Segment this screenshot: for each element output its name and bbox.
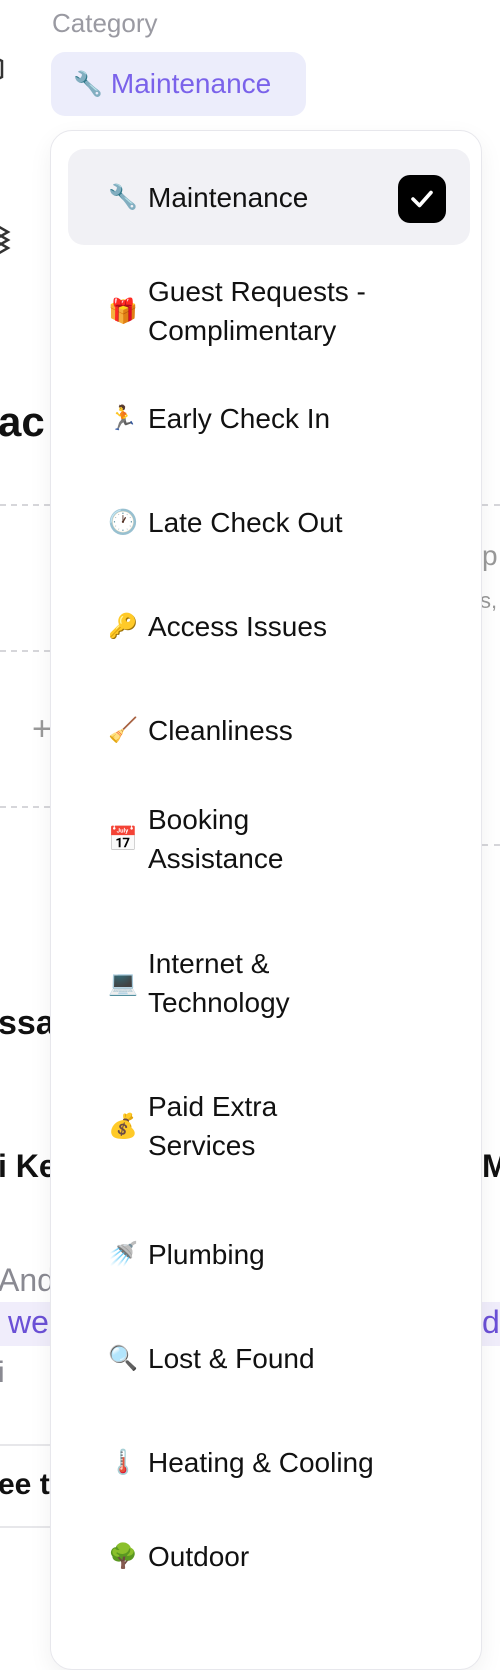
- thermometer-icon: 🌡️: [108, 1448, 138, 1476]
- background-layers-icon[interactable]: [0, 218, 16, 258]
- option-booking-assistance[interactable]: 📅 Booking Assistance: [68, 799, 470, 879]
- option-label: Guest Requests - Complimentary: [148, 276, 366, 346]
- background-message-fragment: i: [0, 1356, 5, 1389]
- option-internet-technology[interactable]: 💻 Internet & Technology: [68, 943, 470, 1023]
- option-label: Lost & Found: [148, 1342, 315, 1374]
- checkmark-icon: [398, 175, 446, 223]
- category-dropdown: 🔧 Maintenance 🎁 Guest Requests - Complim…: [50, 130, 482, 1670]
- money-bag-icon: 💰: [108, 1112, 138, 1140]
- background-heading-fragment: ssa: [0, 1004, 55, 1042]
- option-label: Paid Extra Services: [148, 1091, 278, 1161]
- background-name-fragment: i Ke: [0, 1148, 57, 1184]
- option-outdoor[interactable]: 🌳 Outdoor: [68, 1531, 470, 1581]
- category-label: Category: [52, 8, 158, 38]
- option-label: Early Check In: [148, 402, 331, 434]
- option-guest-requests-complimentary[interactable]: 🎁 Guest Requests - Complimentary: [68, 271, 470, 351]
- background-divider: [0, 504, 50, 506]
- broom-icon: 🧹: [108, 716, 138, 744]
- option-label: Heating & Cooling: [148, 1446, 374, 1478]
- background-right-fragment: s,: [480, 588, 498, 613]
- background-message-fragment: And: [0, 1262, 55, 1298]
- background-divider: [0, 650, 50, 652]
- option-access-issues[interactable]: 🔑 Access Issues: [68, 601, 470, 651]
- background-button-fragment[interactable]: ee t: [0, 1468, 50, 1502]
- option-late-check-out[interactable]: 🕐 Late Check Out: [68, 497, 470, 547]
- option-label: Plumbing: [148, 1238, 265, 1270]
- background-name-fragment: M: [482, 1148, 500, 1184]
- option-plumbing[interactable]: 🚿 Plumbing: [68, 1229, 470, 1279]
- option-label: Internet & Technology: [148, 948, 290, 1018]
- background-plus-icon[interactable]: +: [32, 710, 52, 749]
- background-hexagon-icon[interactable]: [0, 52, 10, 86]
- tree-icon: 🌳: [108, 1542, 138, 1570]
- magnifier-icon: 🔍: [108, 1344, 138, 1372]
- clock-icon: 🕐: [108, 508, 138, 536]
- shower-icon: 🚿: [108, 1240, 138, 1268]
- key-icon: 🔑: [108, 612, 138, 640]
- background-divider: [0, 1526, 50, 1528]
- option-label: Cleanliness: [148, 714, 293, 746]
- gift-icon: 🎁: [108, 297, 138, 325]
- option-paid-extra-services[interactable]: 💰 Paid Extra Services: [68, 1086, 470, 1166]
- background-heading-fragment: ac: [0, 398, 45, 445]
- category-select[interactable]: 🔧 Maintenance: [51, 52, 306, 116]
- wrench-icon: 🔧: [73, 70, 103, 98]
- option-cleanliness[interactable]: 🧹 Cleanliness: [68, 705, 470, 755]
- background-divider: [0, 806, 50, 808]
- background-divider: [482, 504, 500, 506]
- option-lost-found[interactable]: 🔍 Lost & Found: [68, 1333, 470, 1383]
- option-heating-cooling[interactable]: 🌡️ Heating & Cooling: [68, 1437, 470, 1487]
- background-highlight-fragment: we: [8, 1304, 49, 1340]
- option-label: Booking Assistance: [148, 804, 284, 874]
- background-divider: [482, 844, 500, 846]
- option-early-check-in[interactable]: 🏃 Early Check In: [68, 393, 470, 443]
- category-selected-value: Maintenance: [110, 68, 272, 99]
- laptop-icon: 💻: [108, 969, 138, 997]
- calendar-icon: 📅: [108, 825, 138, 853]
- option-label: Outdoor: [148, 1540, 250, 1572]
- background-right-fragment: p: [482, 540, 498, 571]
- background-highlight-fragment: da: [482, 1304, 500, 1340]
- option-label: Maintenance: [148, 181, 309, 213]
- background-divider: [0, 1444, 50, 1446]
- option-label: Late Check Out: [148, 506, 343, 538]
- wrench-icon: 🔧: [108, 183, 138, 211]
- option-maintenance[interactable]: 🔧 Maintenance: [68, 149, 470, 245]
- option-label: Access Issues: [148, 610, 327, 642]
- runner-icon: 🏃: [108, 404, 138, 432]
